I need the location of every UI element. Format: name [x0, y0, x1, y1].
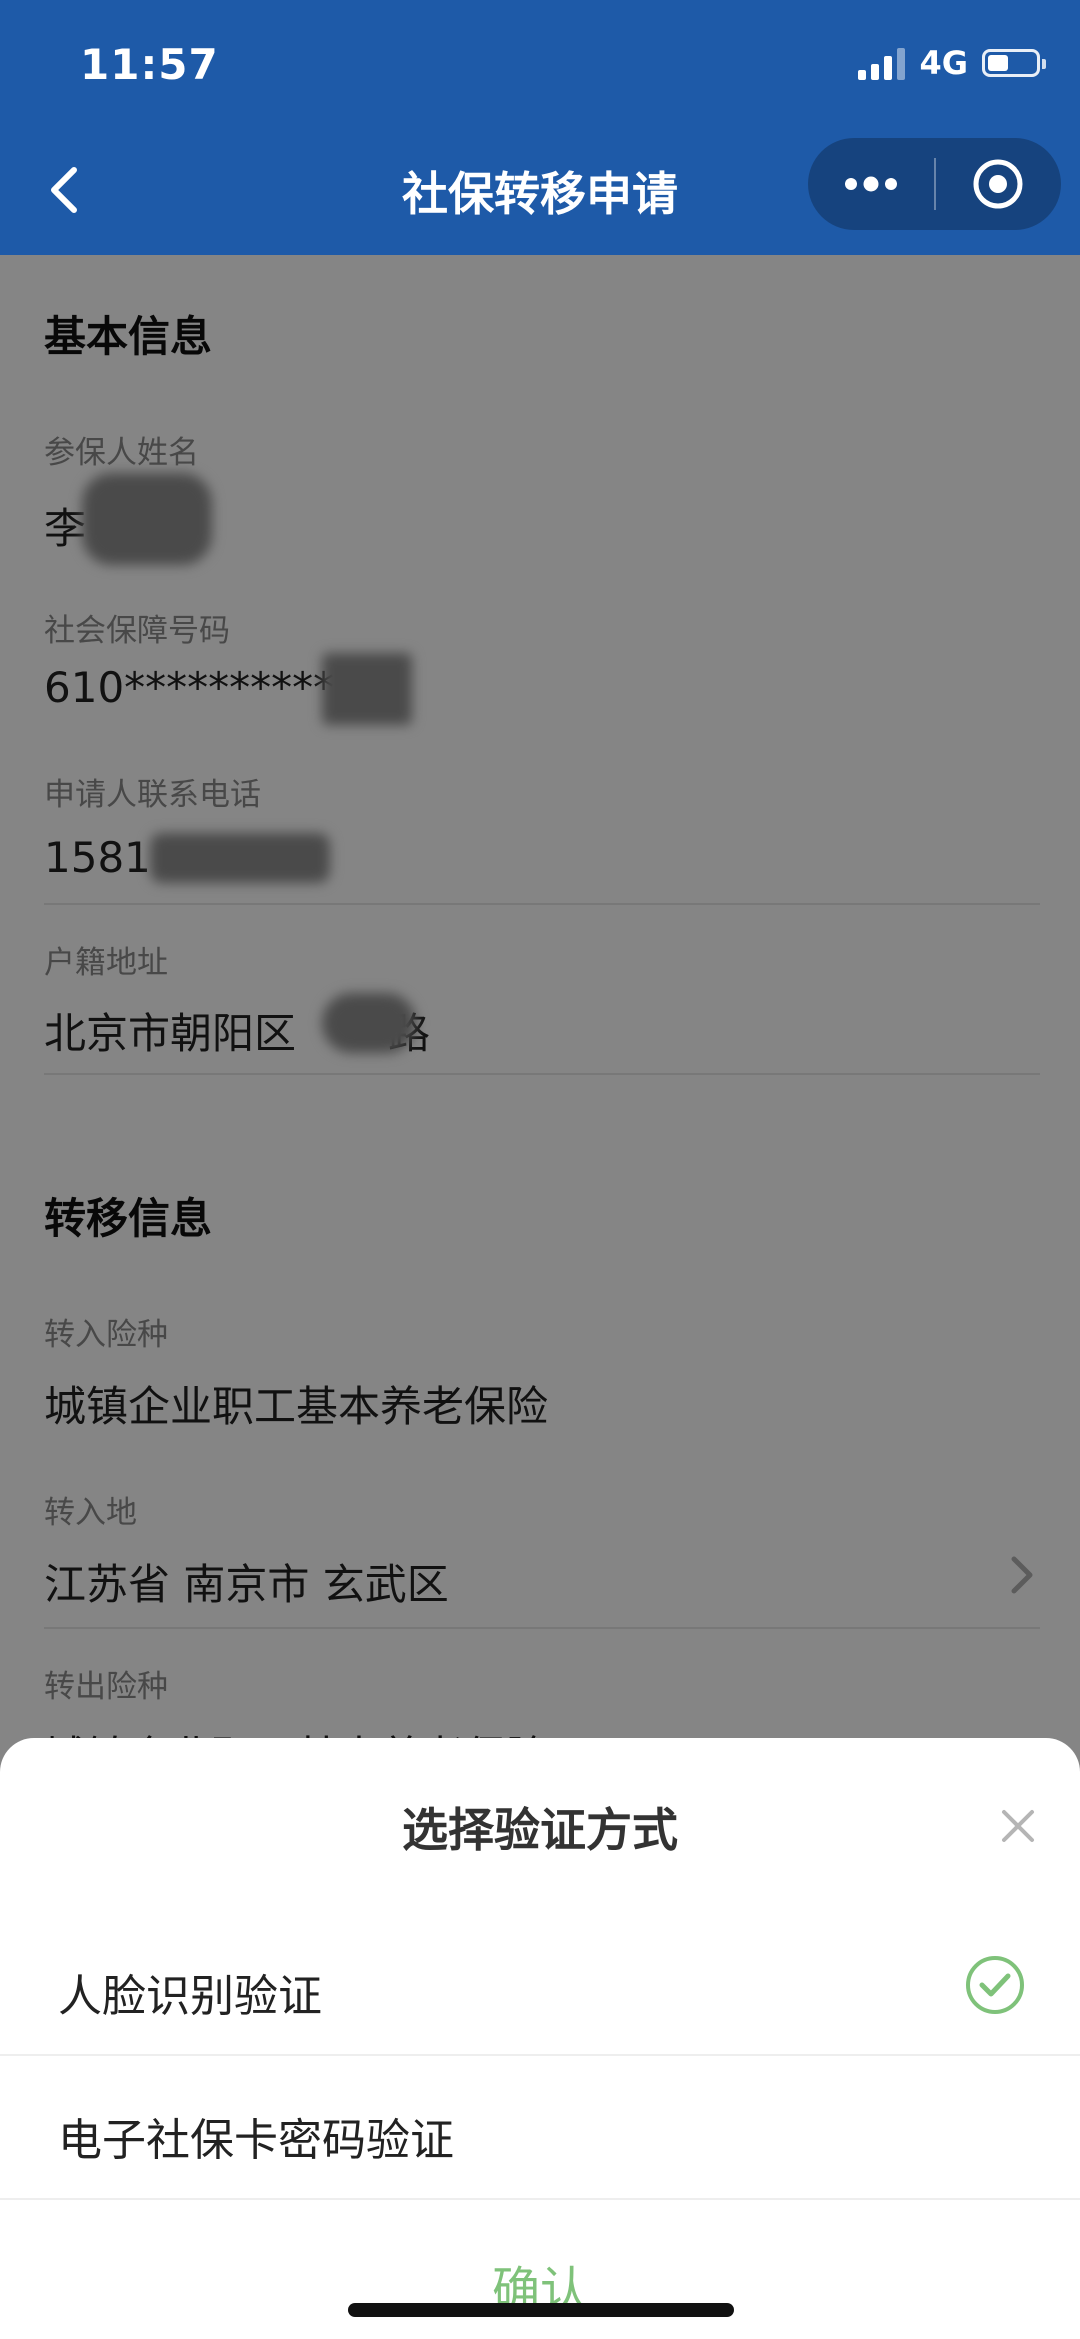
mini-program-capsule: [808, 138, 1061, 230]
more-button[interactable]: [808, 138, 934, 230]
verification-sheet: 选择验证方式 人脸识别验证 电子社保卡密码验证 确认: [0, 1738, 1080, 2339]
more-dots-icon: [844, 176, 897, 192]
signal-icon: [858, 46, 906, 80]
option-label: 人脸识别验证: [58, 1971, 322, 2022]
network-label: 4G: [919, 44, 968, 82]
close-icon[interactable]: [996, 1804, 1040, 1848]
status-time: 11:57: [80, 40, 219, 89]
option-face-recognition[interactable]: 人脸识别验证: [0, 1914, 1080, 2056]
app-header: 11:57 4G 社保转移申请: [0, 0, 1080, 255]
battery-icon: [982, 49, 1046, 77]
option-card-password[interactable]: 电子社保卡密码验证: [0, 2058, 1080, 2200]
check-circle-icon: [966, 1956, 1024, 2014]
home-indicator: [348, 2303, 734, 2317]
option-divider: [0, 2198, 1080, 2200]
status-indicators: 4G: [858, 44, 1046, 82]
option-divider: [0, 2054, 1080, 2056]
target-icon: [973, 159, 1023, 209]
sheet-title: 选择验证方式: [402, 1803, 678, 1857]
close-mini-program-button[interactable]: [936, 138, 1062, 230]
option-label: 电子社保卡密码验证: [58, 2115, 454, 2166]
